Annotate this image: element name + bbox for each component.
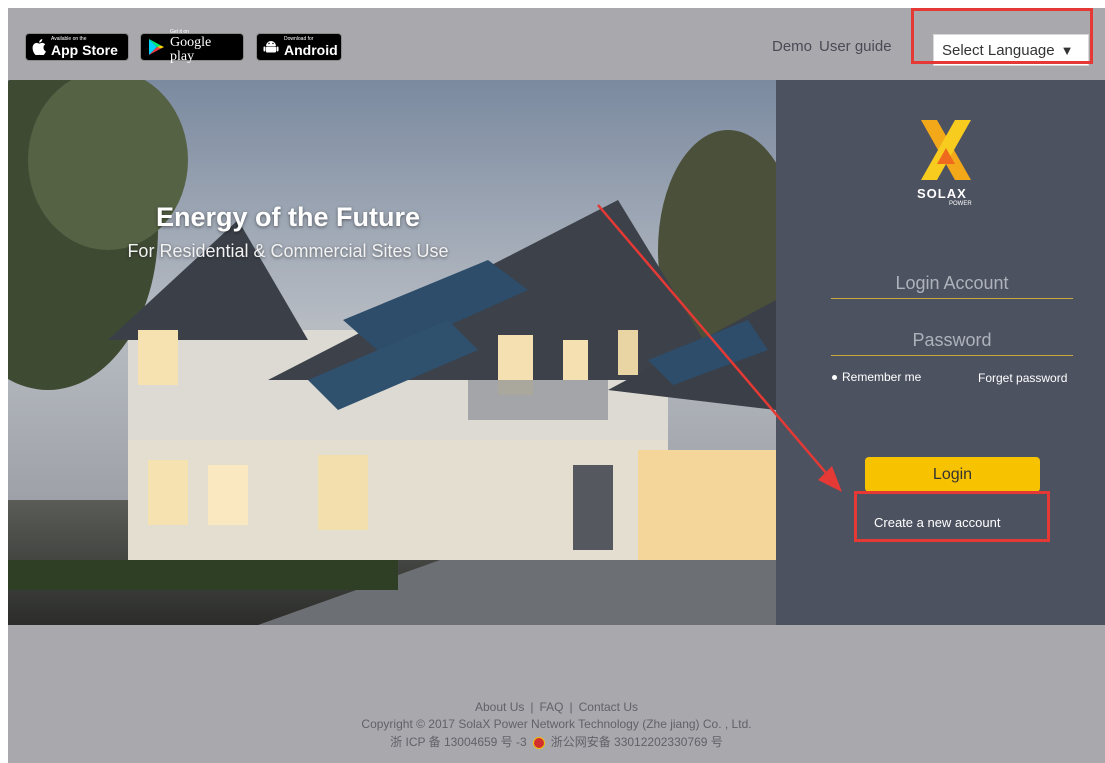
footer: About Us | FAQ | Contact Us Copyright © 2017… bbox=[8, 625, 1105, 763]
logo-subtext: POWER bbox=[949, 201, 972, 207]
android-badge[interactable]: Download for Android bbox=[256, 33, 342, 61]
hero-banner: Energy of the Future For Residential & C… bbox=[8, 80, 776, 625]
forget-password-link[interactable]: Forget password bbox=[978, 371, 1067, 385]
password-input[interactable]: Password bbox=[831, 325, 1073, 356]
hero-subtitle: For Residential & Commercial Sites Use bbox=[127, 241, 449, 261]
login-panel: SOLAX POWER Login Account Password Remem… bbox=[776, 80, 1105, 625]
google-play-icon bbox=[147, 38, 165, 56]
radio-dot-icon bbox=[832, 374, 837, 380]
remember-me-checkbox[interactable]: Remember me bbox=[832, 370, 921, 384]
remember-me-label: Remember me bbox=[842, 370, 922, 384]
app-store-label: App Store bbox=[51, 42, 118, 58]
user-guide-link[interactable]: User guide bbox=[819, 38, 892, 55]
create-account-highlight-box bbox=[854, 491, 1050, 542]
logo-text: SOLAX bbox=[917, 186, 967, 201]
language-highlight-box bbox=[911, 8, 1093, 64]
apple-icon bbox=[32, 39, 46, 55]
solax-logo: SOLAX POWER bbox=[911, 120, 981, 210]
footer-separator: | bbox=[530, 700, 534, 714]
google-play-badge[interactable]: Get it on Google play bbox=[140, 30, 244, 64]
about-us-link[interactable]: About Us bbox=[475, 700, 524, 714]
footer-links: About Us | FAQ | Contact Us bbox=[8, 700, 1105, 714]
hero-title: Energy of the Future bbox=[155, 202, 420, 232]
icp-number[interactable]: 浙 ICP 备 13004659 号 -3 bbox=[390, 735, 527, 749]
house-illustration bbox=[8, 80, 776, 625]
police-emblem-icon bbox=[532, 736, 545, 749]
android-icon bbox=[263, 39, 279, 55]
demo-link[interactable]: Demo bbox=[772, 38, 812, 55]
android-label: Android bbox=[284, 42, 338, 58]
app-store-badge[interactable]: Available on the App Store bbox=[25, 33, 129, 61]
security-record[interactable]: 浙公网安备 33012202330769 号 bbox=[551, 735, 723, 749]
contact-us-link[interactable]: Contact Us bbox=[579, 700, 638, 714]
login-account-input[interactable]: Login Account bbox=[831, 268, 1073, 299]
copyright-text: Copyright © 2017 SolaX Power Network Tec… bbox=[361, 717, 752, 731]
login-button[interactable]: Login bbox=[865, 457, 1040, 492]
icp-info: 浙 ICP 备 13004659 号 -3 浙公网安备 3301220233076… bbox=[8, 733, 1105, 750]
page-frame: Available on the App Store Get it on Goo… bbox=[8, 8, 1105, 763]
faq-link[interactable]: FAQ bbox=[539, 700, 563, 714]
google-play-label: Google play bbox=[170, 35, 212, 64]
footer-separator: | bbox=[569, 700, 573, 714]
